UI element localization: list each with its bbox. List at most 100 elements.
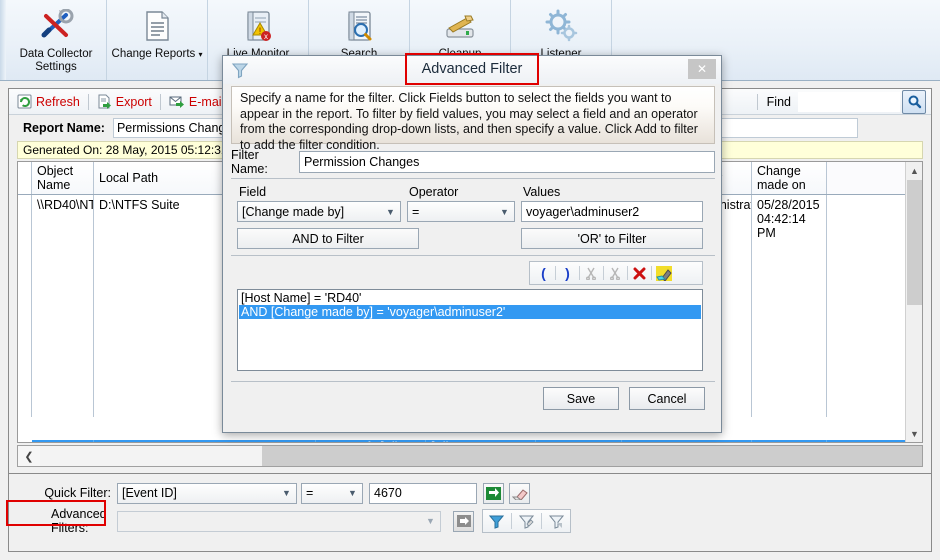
ribbon-button-data-collector-settings[interactable]: Data Collector Settings — [6, 0, 107, 80]
document-icon — [140, 6, 174, 46]
svg-text:!: ! — [259, 26, 262, 36]
chevron-down-icon[interactable]: ▼ — [423, 516, 438, 526]
scroll-thumb-vertical[interactable] — [907, 180, 922, 305]
cell-local-path — [94, 440, 316, 442]
or-to-filter-button[interactable]: 'OR' to Filter — [521, 228, 703, 249]
funnel-remove-icon[interactable] — [545, 511, 568, 531]
filter-name-row: Filter Name: Permission Changes — [231, 148, 715, 176]
operator-select[interactable]: = ▼ — [407, 201, 515, 222]
grid-horizontal-scrollbar[interactable]: ❮ ❯ — [17, 445, 923, 467]
advanced-filters-select[interactable]: ▼ — [117, 510, 441, 532]
report-name-label: Report Name: — [23, 121, 105, 135]
find-button[interactable] — [902, 89, 926, 114]
chevron-down-icon[interactable]: ▼ — [345, 488, 360, 498]
grid-row-gutter — [18, 162, 32, 194]
divider — [231, 255, 715, 256]
filter-conditions-list[interactable]: [Host Name] = 'RD40' AND [Change made by… — [237, 289, 703, 371]
green-arrow-icon — [486, 486, 501, 500]
dialog-body: Specify a name for the filter. Click Fie… — [223, 84, 721, 434]
ribbon-button-change-reports[interactable]: Change Reports ▾ — [107, 0, 208, 80]
find-label: Find — [756, 93, 798, 110]
values-input[interactable]: voyager\adminuser2 — [521, 201, 703, 222]
ribbon-button-text: Change Reports — [111, 48, 196, 60]
gears-icon — [543, 6, 579, 46]
refresh-button[interactable]: Refresh — [9, 90, 88, 114]
table-row-selected[interactable]: group ntfs [Allow; ReadAndExecute; [Allo… — [32, 440, 905, 442]
criteria-section: Field Operator Values [Change made by] ▼… — [231, 178, 715, 434]
dialog-title: Advanced Filter — [421, 61, 523, 77]
scroll-left-button[interactable]: ❮ — [18, 446, 40, 466]
cell-change-made-on: 05/28/2015 04:42:14 PM — [752, 195, 827, 417]
email-label: E-mail — [188, 94, 225, 109]
save-button[interactable]: Save — [543, 387, 619, 410]
email-icon — [169, 96, 184, 108]
scroll-up-button[interactable]: ▲ — [906, 162, 922, 179]
chevron-down-icon[interactable]: ▼ — [279, 488, 294, 498]
paren-open-icon[interactable]: ( — [532, 263, 555, 283]
export-icon — [98, 94, 111, 109]
cell-object-name: \\RD40\NTFS — [32, 195, 94, 417]
funnel-button-group — [482, 509, 571, 533]
scroll-thumb-horizontal[interactable] — [262, 446, 922, 466]
separator — [541, 513, 542, 529]
funnel-blue-icon[interactable] — [485, 511, 508, 531]
expression-toolbar: ( ) — [529, 261, 703, 285]
column-header-change-made-on[interactable]: Change made on — [752, 162, 827, 194]
refresh-icon — [17, 94, 32, 109]
quick-filter-row: Quick Filter: [Event ID] ▼ = ▼ 4670 — [9, 480, 931, 506]
find-area: Find — [756, 89, 931, 114]
ribbon-button-label: Data Collector Settings — [19, 48, 93, 73]
tools-icon — [36, 6, 76, 46]
quick-filter-apply-button[interactable] — [483, 482, 504, 504]
alert-book-icon: ! x — [241, 6, 275, 46]
quick-filter-field-value: [Event ID] — [122, 486, 177, 500]
field-select[interactable]: [Change made by] ▼ — [237, 201, 401, 222]
export-label: Export — [115, 94, 152, 109]
chevron-down-icon[interactable]: ▾ — [198, 50, 202, 59]
cell-change-made-on — [752, 440, 827, 442]
dialog-title-bar[interactable]: Advanced Filter ✕ — [223, 53, 721, 85]
export-button[interactable]: Export — [89, 90, 160, 114]
eraser-icon — [511, 488, 528, 500]
grid-vertical-scrollbar[interactable]: ▲ ▼ — [905, 162, 922, 442]
separator — [511, 513, 512, 529]
divider — [231, 381, 715, 382]
dialog-button-row: Save Cancel — [231, 387, 715, 413]
list-item-selected[interactable]: AND [Change made by] = 'voyager\adminuse… — [239, 305, 701, 319]
cut-right-icon[interactable] — [604, 263, 627, 283]
values-column-label: Values — [523, 185, 561, 199]
chevron-down-icon[interactable]: ▼ — [383, 207, 398, 217]
cell-change-made-by — [622, 440, 752, 442]
cell-blank-3 — [536, 440, 622, 442]
paren-close-icon[interactable]: ) — [556, 263, 579, 283]
delete-red-x-icon[interactable] — [628, 263, 651, 283]
search-icon — [908, 95, 921, 109]
column-header-object-name[interactable]: Object Name — [32, 162, 94, 194]
filter-name-input[interactable]: Permission Changes — [299, 151, 715, 173]
quick-filter-clear-button[interactable] — [509, 482, 530, 504]
cleanup-disk-icon — [441, 6, 479, 46]
scroll-down-button[interactable]: ▼ — [906, 425, 922, 442]
find-input[interactable] — [798, 91, 900, 112]
eraser-yellow-icon[interactable] — [652, 263, 675, 283]
filter-bar: Quick Filter: [Event ID] ▼ = ▼ 4670 Adva… — [8, 474, 932, 552]
quick-filter-label: Quick Filter: — [44, 486, 111, 500]
quick-filter-value-input[interactable]: 4670 — [369, 482, 477, 504]
field-column-label: Field — [239, 185, 267, 199]
dialog-instructions: Specify a name for the filter. Click Fie… — [231, 86, 715, 152]
cancel-button[interactable]: Cancel — [629, 387, 705, 410]
quick-filter-operator-select[interactable]: = ▼ — [301, 482, 363, 504]
and-to-filter-button[interactable]: AND to Filter — [237, 228, 419, 249]
quick-filter-field-select[interactable]: [Event ID] ▼ — [117, 482, 297, 504]
list-item[interactable]: [Host Name] = 'RD40' — [239, 291, 701, 305]
cell-permission-1: group ntfs [Allow; ReadAndExecute; — [316, 440, 426, 442]
field-select-value: [Change made by] — [242, 204, 345, 219]
cut-left-icon[interactable] — [580, 263, 603, 283]
advanced-filters-apply-button[interactable] — [453, 510, 474, 532]
scroll-track-horizontal[interactable] — [40, 446, 922, 466]
cell-object-name — [32, 440, 94, 442]
funnel-edit-icon[interactable] — [515, 511, 538, 531]
chevron-down-icon[interactable]: ▼ — [497, 207, 512, 217]
close-icon[interactable]: ✕ — [688, 59, 716, 79]
grey-arrow-icon — [456, 515, 471, 527]
